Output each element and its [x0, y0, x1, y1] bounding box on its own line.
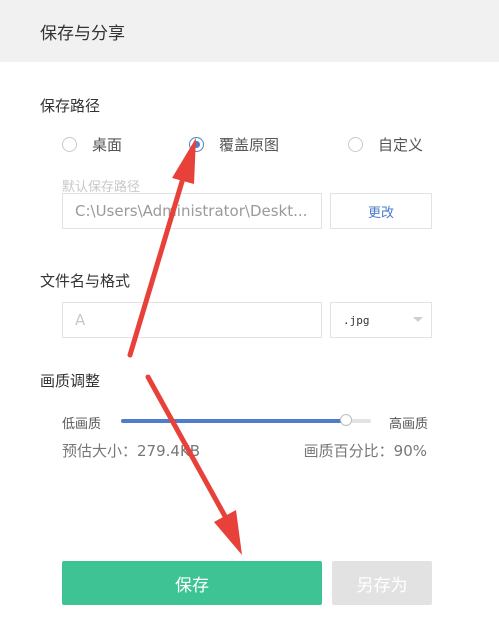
quality-section-title: 画质调整 [40, 372, 101, 390]
dialog-title: 保存与分享 [40, 24, 125, 44]
save-button[interactable]: 保存 [62, 561, 322, 605]
radio-overwrite-original[interactable]: 覆盖原图 [189, 134, 279, 155]
high-quality-label: 高画质 [389, 417, 429, 432]
estimated-size-text: 预估大小：279.4KB [62, 442, 201, 460]
radio-custom-label: 自定义 [378, 136, 424, 154]
save-path-input[interactable]: C:\Users\Administrator\Deskt... [62, 193, 322, 229]
format-select-value: .jpg [343, 313, 370, 327]
quality-slider-thumb[interactable] [340, 414, 352, 426]
save-path-radio-group: 桌面 覆盖原图 自定义 [62, 134, 432, 154]
quality-slider[interactable] [121, 414, 371, 426]
radio-custom[interactable]: 自定义 [348, 134, 423, 155]
format-select[interactable]: .jpg [330, 302, 432, 338]
radio-desktop[interactable]: 桌面 [62, 134, 122, 155]
chevron-down-icon [413, 317, 423, 322]
quality-slider-fill [121, 419, 346, 423]
arrow-down-icon [145, 374, 242, 555]
save-path-section-title: 保存路径 [40, 97, 101, 115]
radio-overwrite-original-label: 覆盖原图 [219, 136, 280, 154]
dialog-header: 保存与分享 [0, 0, 499, 62]
file-section-title: 文件名与格式 [40, 272, 131, 290]
radio-circle-checked-icon [189, 137, 204, 152]
file-name-input[interactable]: A [62, 302, 322, 338]
quality-percentage-text: 画质百分比：90% [303, 442, 427, 460]
radio-circle-icon [348, 137, 363, 152]
save-as-button: 另存为 [332, 561, 432, 605]
change-path-button[interactable]: 更改 [330, 193, 432, 229]
low-quality-label: 低画质 [62, 417, 102, 432]
radio-circle-icon [62, 137, 77, 152]
radio-desktop-label: 桌面 [92, 136, 123, 154]
